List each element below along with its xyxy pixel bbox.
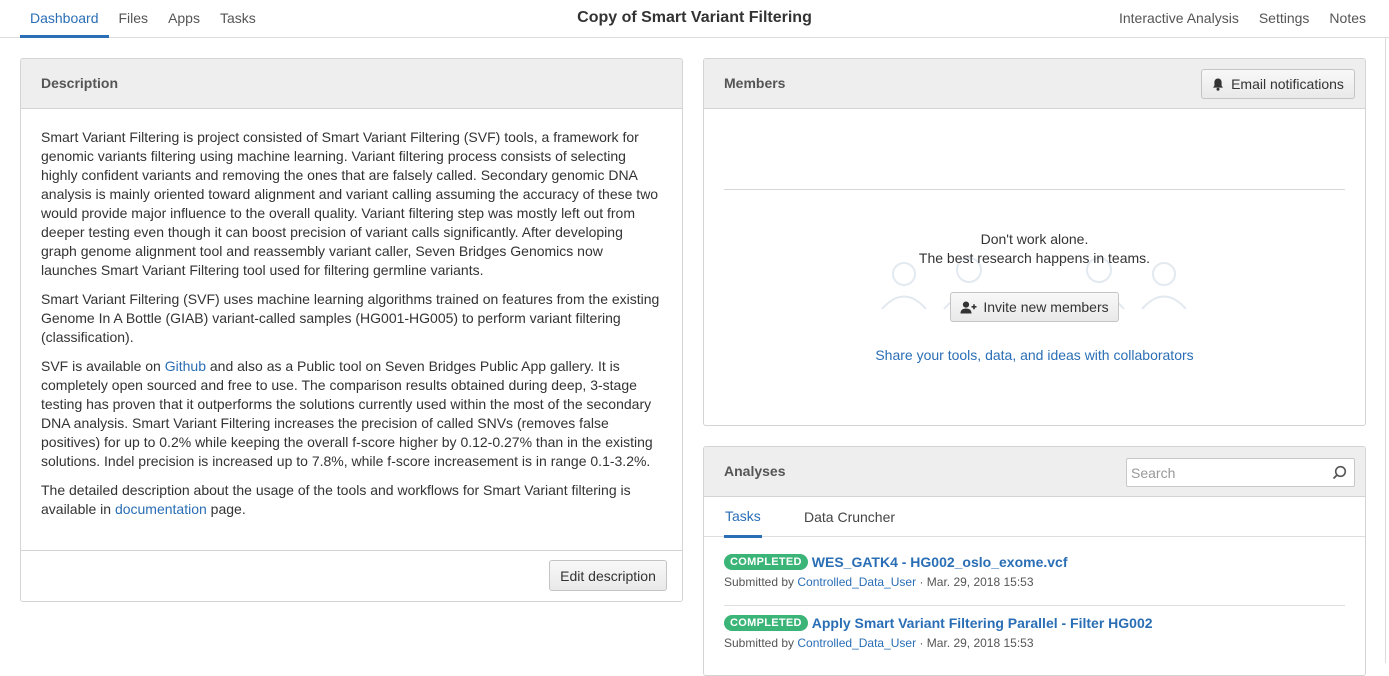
tab-notes[interactable]: Notes	[1309, 0, 1366, 38]
description-paragraph-1: Smart Variant Filtering is project consi…	[41, 129, 659, 278]
task-meta: Submitted by Controlled_Data_User · Mar.…	[724, 636, 1345, 650]
search-input[interactable]	[1127, 459, 1322, 486]
task-row-2: COMPLETED Apply Smart Variant Filtering P…	[724, 615, 1345, 631]
analyses-panel: Analyses Tasks Data Cruncher COMPLETEDWE…	[703, 446, 1366, 676]
task-name-link[interactable]: Apply Smart Variant Filtering Parallel -…	[812, 615, 1153, 631]
status-badge: COMPLETED	[724, 554, 808, 570]
search-icon[interactable]	[1332, 465, 1347, 480]
task-divider	[724, 605, 1345, 606]
description-title: Description	[41, 75, 119, 91]
task-item: COMPLETED WES_GATK4 - HG002_oslo_exome.vc…	[724, 554, 1345, 589]
tab-data-cruncher[interactable]: Data Cruncher	[804, 497, 895, 537]
email-notifications-label: Email notifications	[1231, 76, 1344, 92]
description-panel: Description Smart Variant Filtering is p…	[20, 58, 683, 602]
tab-files[interactable]: Files	[109, 0, 159, 38]
members-divider	[724, 189, 1345, 190]
top-nav: Dashboard Files Apps Tasks Copy of Smart…	[0, 0, 1389, 38]
invite-new-members-button[interactable]: Invite new members	[950, 292, 1119, 322]
p3-text-pre: SVF is available on	[41, 358, 165, 374]
members-title: Members	[724, 75, 786, 91]
members-tagline-1: Don't work alone.	[980, 231, 1089, 247]
task-user-link[interactable]: Controlled_Data_User	[797, 575, 916, 589]
task-name-link[interactable]: WES_GATK4 - HG002_oslo_exome.vcf	[812, 554, 1068, 570]
invite-new-members-label: Invite new members	[983, 299, 1109, 315]
analyses-tabs: Tasks Data Cruncher	[704, 497, 1365, 538]
email-notifications-button[interactable]: Email notifications	[1201, 69, 1355, 99]
submitted-by-label: Submitted by	[724, 575, 798, 589]
tab-analyses-tasks[interactable]: Tasks	[724, 497, 762, 538]
tab-settings[interactable]: Settings	[1239, 0, 1310, 38]
documentation-link[interactable]: documentation	[115, 501, 207, 517]
task-meta: Submitted by Controlled_Data_User · Mar.…	[724, 575, 1345, 589]
tab-interactive-analysis[interactable]: Interactive Analysis	[1099, 0, 1239, 38]
nav-tabs: Dashboard Files Apps Tasks	[20, 0, 266, 38]
task-date: · Mar. 29, 2018 15:53	[916, 636, 1034, 650]
members-panel: Members Email notifications Don't work a…	[703, 58, 1366, 426]
tab-dashboard[interactable]: Dashboard	[20, 0, 109, 38]
members-tagline-2: The best research happens in teams.	[918, 250, 1151, 266]
description-paragraph-4: The detailed description about the usage…	[41, 481, 662, 519]
p3-text-post: and also as a Public tool on Seven Bridg…	[41, 358, 653, 469]
description-paragraph-2: Smart Variant Filtering (SVF) uses machi…	[41, 291, 660, 345]
share-collaborators-link[interactable]: Share your tools, data, and ideas with c…	[704, 347, 1365, 363]
task-user-link[interactable]: Controlled_Data_User	[797, 636, 916, 650]
page-right-border	[1385, 38, 1386, 663]
analyses-header: Analyses	[704, 447, 1365, 497]
description-paragraph-3: SVF is available on Github and also as a…	[41, 357, 662, 471]
github-link[interactable]: Github	[165, 358, 206, 374]
task-row-1: COMPLETED WES_GATK4 - HG002_oslo_exome.vc…	[724, 554, 1345, 570]
task-item: COMPLETED Apply Smart Variant Filtering P…	[724, 615, 1345, 650]
analyses-title: Analyses	[724, 463, 786, 479]
submitted-by-label: Submitted by	[724, 636, 798, 650]
task-date: · Mar. 29, 2018 15:53	[916, 575, 1034, 589]
bell-icon	[1213, 78, 1224, 91]
members-header: Members Email notifications	[704, 59, 1365, 109]
edit-description-button[interactable]: Edit description	[549, 560, 667, 591]
analyses-search	[1126, 458, 1355, 487]
nav-right-tabs: Interactive Analysis Settings Notes	[1099, 0, 1366, 38]
status-badge: COMPLETED	[724, 615, 808, 631]
tab-apps[interactable]: Apps	[158, 0, 210, 38]
description-footer: Edit description	[21, 550, 682, 601]
description-header: Description	[21, 59, 682, 109]
add-user-icon	[960, 301, 977, 313]
tab-tasks[interactable]: Tasks	[210, 0, 266, 38]
p4-text-post: page.	[206, 501, 246, 517]
description-body: Smart Variant Filtering is project consi…	[21, 109, 682, 519]
